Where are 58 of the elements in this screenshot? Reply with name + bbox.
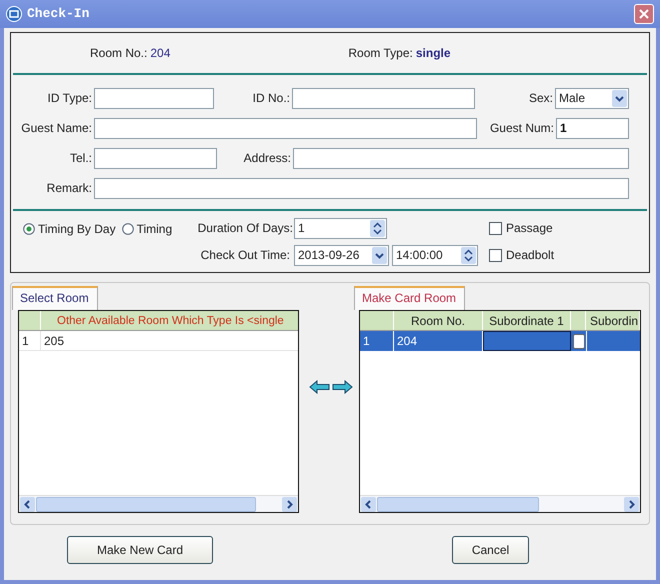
table-row[interactable]: 1 204 — [360, 331, 640, 351]
field-label: Remark: — [46, 180, 93, 197]
radio-label[interactable]: Timing — [136, 220, 172, 238]
room-no-value: 204 — [150, 45, 170, 62]
spinner-arrows-icon — [370, 220, 385, 236]
scroll-left-icon[interactable] — [20, 496, 35, 512]
room-type-label: Room Type: — [348, 45, 413, 62]
input-field[interactable] — [94, 88, 214, 108]
dialog-button[interactable]: Make New Card — [67, 536, 213, 564]
input-field[interactable] — [94, 148, 217, 168]
scroll-right-icon[interactable] — [282, 496, 297, 512]
dialog-button[interactable]: Cancel — [452, 536, 529, 564]
column-header: Other Available Room Which Type Is <single — [56, 314, 285, 329]
field-label: Address: — [242, 150, 292, 167]
scroll-right-icon[interactable] — [624, 496, 639, 512]
column-header: Subordinate 1 — [483, 311, 571, 330]
sex-dropdown[interactable]: Male — [555, 88, 629, 108]
left-arrow-icon[interactable] — [309, 380, 330, 394]
input-field[interactable] — [94, 178, 629, 198]
window-title: Check-In — [27, 5, 90, 24]
radio-label[interactable]: Timing By Day — [38, 220, 116, 238]
field-label: Sex: — [528, 90, 554, 107]
select-room-tab[interactable]: Select Room — [12, 286, 98, 310]
checkbox-label[interactable]: Deadbolt — [506, 246, 554, 264]
column-header: Room No. — [394, 311, 483, 330]
date-dropdown[interactable]: 2013-09-26 — [294, 244, 389, 266]
checkbox[interactable] — [489, 222, 502, 234]
checkbox-label[interactable]: Passage — [506, 219, 553, 237]
close-button[interactable] — [634, 4, 654, 24]
room-no-label: Room No.: — [90, 45, 148, 62]
right-arrow-icon[interactable] — [332, 380, 353, 394]
make-card-room-tab[interactable]: Make Card Room — [354, 286, 465, 310]
radio-button[interactable] — [122, 223, 134, 235]
scroll-left-icon[interactable] — [361, 496, 376, 512]
check-out-label: Check Out Time: — [200, 247, 291, 264]
field-label: Tel.: — [68, 150, 93, 167]
column-header: Subordin — [586, 311, 640, 330]
checkbox[interactable] — [489, 248, 502, 262]
field-label: ID No.: — [252, 90, 291, 107]
close-icon — [638, 8, 650, 20]
input-field[interactable]: 1 — [556, 118, 629, 138]
table-cell-text: 205 — [43, 333, 66, 350]
spinner-arrows-icon — [461, 246, 476, 264]
time-spinner[interactable]: 14:00:00 — [392, 244, 478, 266]
field-label: Guest Name: — [20, 120, 93, 137]
input-field[interactable] — [292, 88, 475, 108]
room-type-value: single — [416, 45, 451, 62]
row-number: 1 — [19, 331, 41, 350]
field-label: ID Type: — [46, 90, 93, 107]
duration-label: Duration Of Days: — [196, 220, 294, 237]
duration-spinner[interactable]: 1 — [294, 218, 387, 238]
horizontal-scrollbar[interactable] — [19, 495, 298, 512]
radio-button[interactable] — [23, 223, 35, 235]
input-field[interactable] — [293, 148, 629, 168]
horizontal-scrollbar[interactable] — [360, 495, 640, 512]
field-label: Guest Num: — [488, 120, 555, 137]
input-field[interactable] — [94, 118, 477, 138]
app-icon — [6, 6, 22, 22]
